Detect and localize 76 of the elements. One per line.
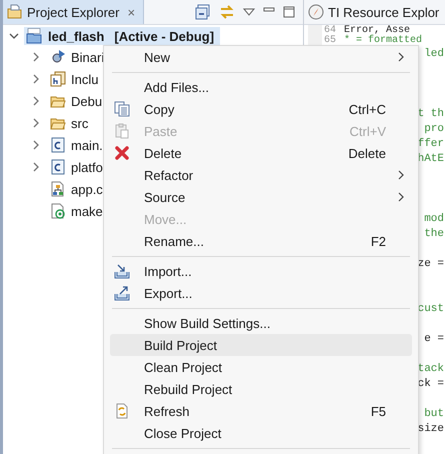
tree-item[interactable]: src: [71, 116, 88, 130]
c-file-icon: [50, 137, 66, 153]
folder-page-icon: [7, 4, 23, 20]
config-file-icon: [50, 181, 66, 197]
paste-icon: [114, 123, 130, 139]
code-text: ze =: [418, 257, 444, 272]
shortcut-text: Ctrl+C: [348, 102, 386, 116]
code-text: t th: [418, 107, 444, 122]
collapsed-chevron-icon[interactable]: [31, 52, 41, 62]
tree-item[interactable]: Inclu: [71, 72, 98, 86]
menu-item[interactable]: Show Build Settings...: [110, 312, 412, 334]
menu-item[interactable]: Source: [110, 186, 412, 208]
menu-item[interactable]: Import...: [110, 260, 412, 282]
compass-icon: [308, 4, 324, 20]
shortcut-text: Delete: [348, 146, 386, 160]
code-text: size: [418, 422, 444, 437]
tree-item[interactable]: platfo: [71, 160, 103, 174]
menu-item[interactable]: Build Project: [110, 334, 412, 356]
menu-item[interactable]: Close Project: [110, 422, 412, 444]
binaries-icon: [50, 49, 66, 65]
code-text: * = formatted: [344, 36, 422, 46]
tree-item[interactable]: main.: [71, 138, 103, 152]
copy-icon: [114, 101, 130, 117]
project-name: led_flash: [48, 28, 104, 44]
project-folder-icon: [26, 28, 42, 44]
code-text: tack: [418, 362, 444, 377]
menu-item[interactable]: New: [110, 46, 412, 68]
collapsed-chevron-icon[interactable]: [31, 118, 41, 128]
menu-item[interactable]: Refresh F5: [110, 400, 412, 422]
code-text: but: [424, 407, 444, 422]
menu-item[interactable]: Rename... F2: [110, 230, 412, 252]
tree-item[interactable]: app.c: [71, 182, 103, 196]
collapsed-chevron-icon[interactable]: [31, 162, 41, 172]
panel-title: Project Explorer: [27, 4, 120, 20]
import-icon: [114, 263, 130, 279]
refresh-icon: [114, 403, 130, 419]
collapsed-chevron-icon[interactable]: [31, 74, 41, 84]
c-file-icon: [50, 159, 66, 175]
close-tab-button[interactable]: ×: [127, 4, 136, 20]
menu-item[interactable]: Copy Ctrl+C: [110, 98, 412, 120]
editor-tab-title: TI Resource Explor: [328, 4, 440, 20]
project-status: [Active - Debug]: [114, 28, 214, 44]
code-text: e =: [424, 332, 444, 347]
code-text: Error, Asse: [344, 26, 410, 36]
export-icon: [114, 285, 130, 301]
tree-item[interactable]: Binari: [71, 50, 104, 64]
menu-item[interactable]: Add Files...: [110, 76, 412, 98]
collapsed-chevron-icon[interactable]: [31, 140, 41, 150]
maximize-icon[interactable]: [283, 6, 295, 18]
code-text: led: [424, 47, 444, 62]
explorer-tab[interactable]: Project Explorer ×: [3, 0, 144, 24]
menu-item[interactable]: Clean Project: [110, 356, 412, 378]
header-files-icon: [50, 71, 66, 87]
menu-item[interactable]: Delete Delete: [110, 142, 412, 164]
code-text: cust: [418, 302, 444, 317]
line-number: 64: [324, 26, 338, 36]
code-text: pro: [424, 122, 444, 137]
tree-item[interactable]: Debu: [71, 94, 102, 108]
menu-item[interactable]: Export...: [110, 282, 412, 304]
menu-item[interactable]: Refactor: [110, 164, 412, 186]
menu-item[interactable]: Rebuild Project: [110, 378, 412, 400]
shortcut-text: F2: [370, 234, 386, 248]
code-text: mod: [424, 212, 444, 227]
shortcut-text: F5: [370, 404, 386, 418]
line-number: 65: [324, 36, 338, 46]
collapsed-chevron-icon[interactable]: [31, 96, 41, 106]
tree-item[interactable]: make: [71, 204, 103, 218]
makefile-icon: [50, 203, 66, 219]
code-text: the: [424, 227, 444, 242]
code-text: ffer: [418, 137, 444, 152]
project-item[interactable]: led_flash [Active - Debug]: [24, 27, 220, 45]
delete-icon: [114, 145, 130, 161]
shortcut-text: Ctrl+V: [350, 124, 386, 138]
collapse-all-icon[interactable]: [195, 4, 211, 20]
expanded-chevron-icon[interactable]: [9, 31, 19, 41]
view-menu-icon[interactable]: [243, 6, 255, 18]
